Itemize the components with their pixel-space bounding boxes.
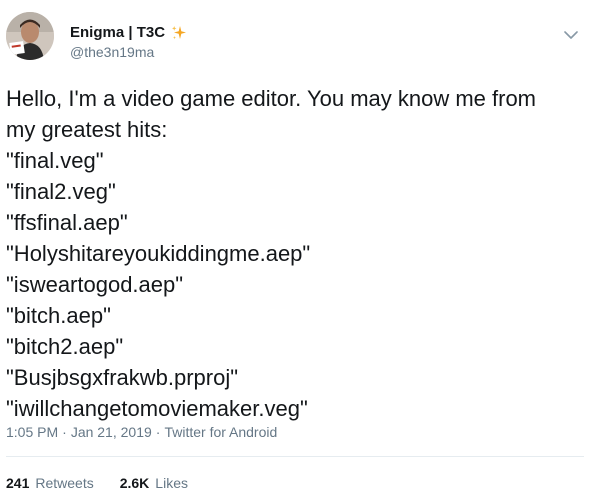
tweet-line: "bitch2.aep" — [6, 334, 124, 359]
tweet-stats: 241 Retweets 2.6K Likes — [6, 475, 188, 491]
tweet-time[interactable]: 1:05 PM — [6, 424, 58, 440]
tweet-line: "final.veg" — [6, 148, 104, 173]
tweet-line: my greatest hits: — [6, 117, 168, 142]
likes-stat[interactable]: 2.6K Likes — [120, 475, 188, 491]
tweet-line: "final2.veg" — [6, 179, 116, 204]
tweet-card: Enigma | T3C @the3n19ma Hello, I'm a vid… — [0, 0, 589, 503]
meta-separator: · — [62, 424, 67, 440]
tweet-text: Hello, I'm a video game editor. You may … — [6, 83, 576, 424]
chevron-down-icon[interactable] — [562, 26, 580, 44]
tweet-line: "iwillchangetomoviemaker.veg" — [6, 396, 308, 421]
name-row: Enigma | T3C — [70, 24, 187, 41]
retweets-stat[interactable]: 241 Retweets — [6, 475, 94, 491]
user-handle[interactable]: @the3n19ma — [70, 44, 154, 60]
tweet-line: Hello, I'm a video game editor. You may … — [6, 86, 537, 111]
avatar[interactable] — [6, 12, 54, 60]
tweet-line: "isweartogod.aep" — [6, 272, 184, 297]
tweet-metadata: 1:05 PM · Jan 21, 2019 · Twitter for And… — [6, 424, 277, 440]
avatar-photo — [6, 12, 54, 60]
divider — [6, 456, 584, 457]
retweets-label: Retweets — [35, 475, 94, 491]
tweet-line: "ffsfinal.aep" — [6, 210, 128, 235]
tweet-source[interactable]: Twitter for Android — [164, 424, 277, 440]
tweet-line: "bitch.aep" — [6, 303, 111, 328]
tweet-line: "Holyshitareyoukiddingme.aep" — [6, 241, 311, 266]
sparkles-icon — [171, 25, 187, 41]
display-name[interactable]: Enigma | T3C — [70, 24, 165, 41]
retweets-count: 241 — [6, 475, 30, 491]
likes-count: 2.6K — [119, 475, 150, 491]
tweet-line: "Busjbsgxfrakwb.prproj" — [6, 365, 239, 390]
likes-label: Likes — [155, 475, 188, 491]
meta-separator: · — [155, 424, 161, 440]
tweet-header: Enigma | T3C @the3n19ma — [6, 12, 586, 68]
tweet-date[interactable]: Jan 21, 2019 — [71, 424, 152, 440]
